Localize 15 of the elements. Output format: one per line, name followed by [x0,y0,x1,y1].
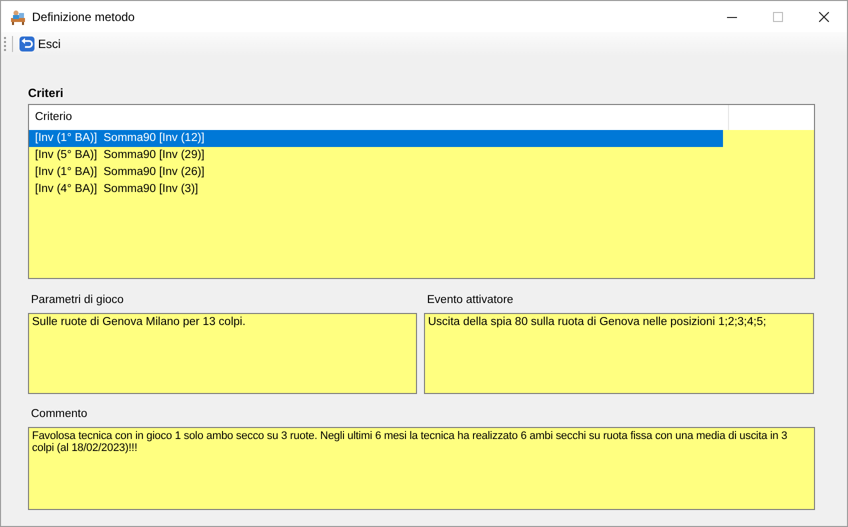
trigger-event-field[interactable]: Uscita della spia 80 sulla ruota di Genova nelle posizioni 1;2;3;4;5; [424,313,814,394]
list-row[interactable]: [Inv (1° BA)] Somma90 [Inv (12)] [29,130,723,147]
game-parameters-field[interactable]: Sulle ruote di Genova Milano per 13 colpi. [28,313,417,394]
list-row[interactable]: [Inv (5° BA)] Somma90 [Inv (29)] [29,147,723,164]
field-label: Parametri di gioco [30,293,125,308]
exit-button[interactable]: Esci [17,34,63,54]
section-title: Criteri [28,86,64,100]
list-row[interactable]: [Inv (1° BA)] Somma90 [Inv (26)] [29,164,723,181]
close-icon[interactable] [819,12,829,22]
field-label: Commento [30,407,88,422]
comment-field[interactable]: Favolosa tecnica con in gioco 1 solo ambo secco su 3 ruote. Negli ultimi 6 mesi la tecnica ha realizzato 6 ambi secchi su ruota fissa con una media di uscita in 3 colpi (al 18/02/2023)!!! [28,427,815,510]
app-icon [10,8,26,24]
list-row[interactable]: [Inv (4° BA)] Somma90 [Inv (3)] [29,181,723,198]
window-title: Definizione metodo [32,10,135,24]
field-label: Evento attivatore [426,293,514,308]
